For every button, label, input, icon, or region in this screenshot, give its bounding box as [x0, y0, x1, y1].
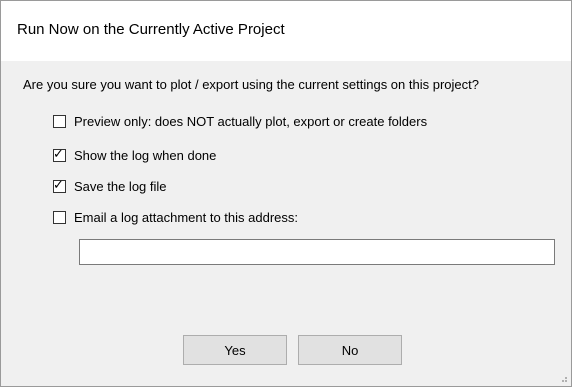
preview-only-label: Preview only: does NOT actually plot, ex…	[74, 113, 428, 129]
checkmark-icon: ✓	[53, 176, 64, 192]
dialog-header: Run Now on the Currently Active Project	[1, 1, 571, 61]
show-log-checkbox-row[interactable]: ✓ Show the log when done	[53, 146, 216, 164]
email-log-checkbox[interactable]	[53, 210, 66, 224]
save-log-label: Save the log file	[74, 178, 167, 194]
preview-only-checkbox-row[interactable]: Preview only: does NOT actually plot, ex…	[53, 112, 427, 130]
preview-only-checkbox[interactable]	[53, 114, 66, 128]
email-address-input[interactable]	[79, 239, 555, 265]
show-log-label: Show the log when done	[74, 147, 217, 163]
run-now-dialog: Run Now on the Currently Active Project …	[0, 0, 572, 387]
email-log-checkbox-row[interactable]: Email a log attachment to this address:	[53, 208, 298, 226]
email-log-label: Email a log attachment to this address:	[74, 209, 299, 225]
save-log-checkbox[interactable]: ✓	[53, 176, 66, 193]
show-log-checkbox[interactable]: ✓	[53, 145, 66, 162]
checkmark-icon: ✓	[53, 145, 64, 161]
no-button[interactable]: No	[298, 335, 402, 365]
confirmation-question: Are you sure you want to plot / export u…	[23, 77, 479, 92]
yes-button[interactable]: Yes	[183, 335, 287, 365]
dialog-title: Run Now on the Currently Active Project	[17, 21, 285, 38]
save-log-checkbox-row[interactable]: ✓ Save the log file	[53, 177, 167, 195]
resize-grip-icon[interactable]	[558, 373, 568, 383]
